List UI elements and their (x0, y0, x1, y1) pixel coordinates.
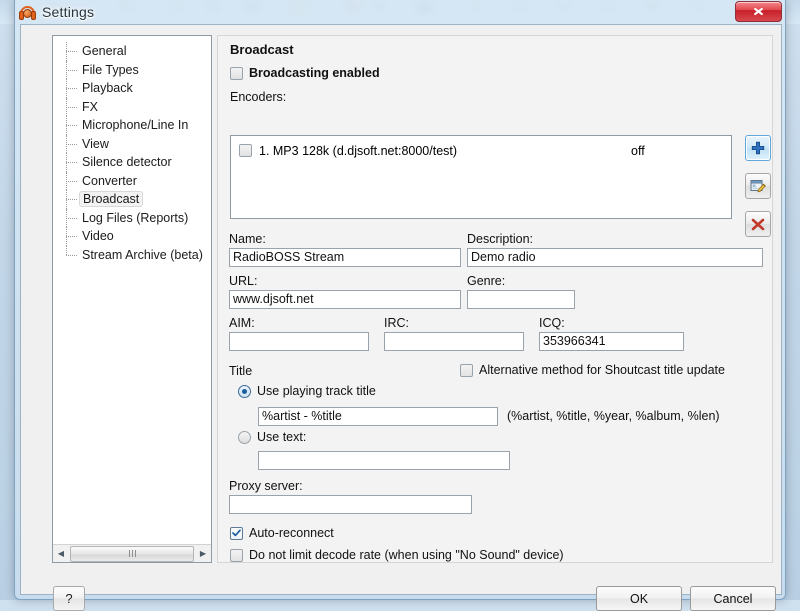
sidebar-item-label: Microphone/Line In (82, 118, 189, 132)
triangle-right-icon[interactable]: ▶ (195, 546, 211, 561)
genre-label: Genre: (467, 274, 506, 288)
sidebar-item-converter[interactable]: Converter (53, 171, 211, 191)
description-label: Description: (467, 232, 533, 246)
no-decode-limit-checkbox[interactable] (230, 548, 243, 562)
icq-input[interactable]: 353966341 (539, 332, 684, 351)
sidebar-item-label: Video (82, 229, 114, 243)
delete-encoder-button[interactable] (745, 211, 771, 237)
sidebar-item-stream-archive-beta[interactable]: Stream Archive (beta) (53, 245, 211, 265)
settings-category-tree[interactable]: General File Types Playback FX Microphone/Li… (52, 35, 212, 563)
plus-icon (751, 141, 765, 155)
encoder-enabled-checkbox[interactable] (239, 144, 252, 157)
genre-input[interactable] (467, 290, 575, 309)
no-decode-limit-row[interactable]: Do not limit decode rate (when using "No… (230, 548, 564, 562)
use-playing-track-label: Use playing track title (257, 384, 376, 398)
proxy-input[interactable] (229, 495, 472, 514)
title-bar[interactable]: Settings (15, 0, 785, 24)
title-pattern-hint: (%artist, %title, %year, %album, %len) (507, 409, 720, 423)
url-label: URL: (229, 274, 258, 288)
description-input[interactable]: Demo radio (467, 248, 763, 267)
ok-button[interactable]: OK (596, 586, 682, 611)
edit-encoder-button[interactable] (745, 173, 771, 199)
help-button[interactable]: ? (53, 586, 85, 611)
encoder-state: off (631, 144, 645, 158)
triangle-left-icon[interactable]: ◀ (53, 546, 69, 561)
sidebar-item-label: View (82, 136, 109, 151)
sidebar-item-silence-detector[interactable]: Silence detector (53, 153, 211, 172)
window-title: Settings (42, 4, 95, 20)
sidebar-item-label: Log Files (Reports) (82, 210, 189, 225)
red-x-icon (751, 218, 765, 230)
checkmark-icon (232, 529, 241, 537)
scrollbar-thumb[interactable] (70, 545, 194, 562)
irc-input[interactable] (384, 332, 524, 351)
proxy-label: Proxy server: (229, 479, 303, 493)
sidebar-item-label: Playback (82, 81, 133, 95)
sidebar-item-label: Stream Archive (beta) (82, 247, 203, 262)
headphones-icon (19, 4, 36, 21)
sidebar-item-label: Converter (82, 173, 137, 188)
pencil-edit-icon (750, 180, 766, 193)
sidebar-item-video[interactable]: Video (53, 227, 211, 246)
aim-label: AIM: (229, 316, 255, 330)
sidebar-item-label: FX (82, 99, 98, 114)
sidebar-item-view[interactable]: View (53, 134, 211, 154)
use-playing-track-row[interactable]: Use playing track title (238, 384, 376, 398)
sidebar-item-label: Silence detector (82, 155, 172, 169)
close-button[interactable] (735, 1, 782, 22)
sidebar-item-label: File Types (82, 62, 139, 77)
sidebar-item-playback[interactable]: Playback (53, 79, 211, 98)
tree-horizontal-scrollbar[interactable]: ◀ ▶ (53, 544, 211, 562)
sidebar-item-broadcast[interactable]: Broadcast (53, 190, 211, 209)
auto-reconnect-checkbox[interactable] (230, 526, 243, 540)
broadcasting-enabled-row[interactable]: Broadcasting enabled (230, 66, 380, 80)
irc-label: IRC: (384, 316, 409, 330)
dialog-client-area: General File Types Playback FX Microphone/Li… (20, 24, 782, 611)
broadcast-settings-group: Broadcast Broadcasting enabled Encoders:… (217, 35, 773, 563)
alt-method-checkbox[interactable] (460, 363, 473, 377)
title-section-legend: Title (229, 364, 253, 378)
encoders-label: Encoders: (230, 90, 287, 104)
close-icon (754, 7, 763, 16)
aim-input[interactable] (229, 332, 369, 351)
icq-label: ICQ: (539, 316, 565, 330)
panel-title: Broadcast (230, 42, 294, 57)
alt-method-label: Alternative method for Shoutcast title u… (479, 363, 725, 377)
title-pattern-input[interactable]: %artist - %title (258, 407, 498, 426)
sidebar-item-file-types[interactable]: File Types (53, 60, 211, 80)
auto-reconnect-label: Auto-reconnect (249, 526, 334, 540)
cancel-button[interactable]: Cancel (690, 586, 776, 611)
sidebar-item-label: General (82, 44, 127, 58)
use-playing-track-radio[interactable] (238, 384, 251, 398)
alt-method-row[interactable]: Alternative method for Shoutcast title u… (460, 363, 725, 377)
encoder-row[interactable]: 1. MP3 128k (d.djsoft.net:8000/test) off (231, 136, 731, 162)
auto-reconnect-row[interactable]: Auto-reconnect (230, 526, 334, 540)
no-decode-limit-label: Do not limit decode rate (when using "No… (249, 548, 564, 562)
sidebar-item-label: Broadcast (79, 191, 144, 207)
title-text-input[interactable] (258, 451, 510, 470)
sidebar-item-fx[interactable]: FX (53, 97, 211, 117)
tree-scroll-region: General File Types Playback FX Microphone/Li… (53, 36, 211, 544)
name-label: Name: (229, 232, 266, 246)
sidebar-item-general[interactable]: General (53, 42, 211, 61)
use-text-radio[interactable] (238, 430, 251, 444)
add-encoder-button[interactable] (745, 135, 771, 161)
sidebar-item-log-files-reports[interactable]: Log Files (Reports) (53, 208, 211, 228)
name-input[interactable]: RadioBOSS Stream (229, 248, 461, 267)
settings-window: Settings General File Types Playback FX Micr… (14, 0, 786, 611)
encoders-listbox[interactable]: 1. MP3 128k (d.djsoft.net:8000/test) off (230, 135, 732, 219)
broadcasting-enabled-checkbox[interactable] (230, 66, 243, 80)
encoder-name: 1. MP3 128k (d.djsoft.net:8000/test) (259, 144, 458, 158)
use-text-label: Use text: (257, 430, 307, 444)
url-input[interactable]: www.djsoft.net (229, 290, 461, 309)
broadcasting-enabled-label: Broadcasting enabled (249, 66, 380, 80)
sidebar-item-microphone-line-in[interactable]: Microphone/Line In (53, 116, 211, 135)
use-text-row[interactable]: Use text: (238, 430, 306, 444)
